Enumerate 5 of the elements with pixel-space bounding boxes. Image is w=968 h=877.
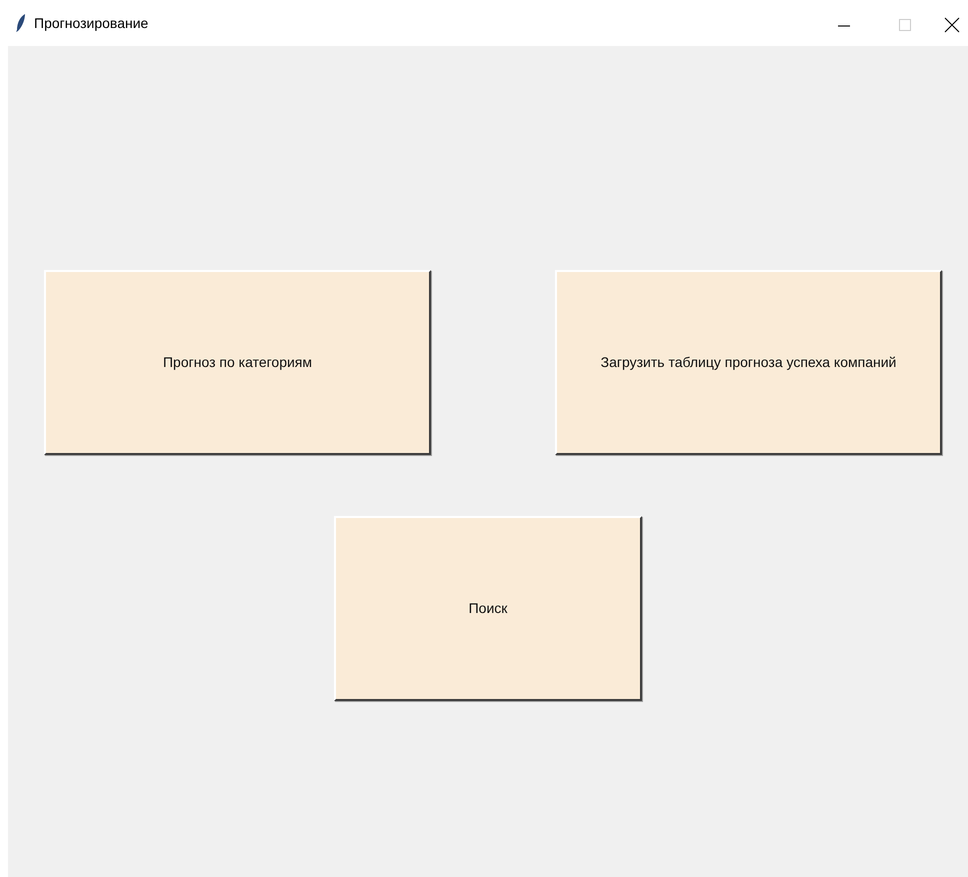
action-button[interactable]: Загрузить таблицу прогноза успеха компаний xyxy=(555,270,942,455)
action-button[interactable]: Поиск xyxy=(334,516,642,701)
feather-icon xyxy=(16,14,26,32)
window-title: Прогнозирование xyxy=(34,14,148,33)
action-button[interactable]: Прогноз по категориям xyxy=(44,270,431,455)
